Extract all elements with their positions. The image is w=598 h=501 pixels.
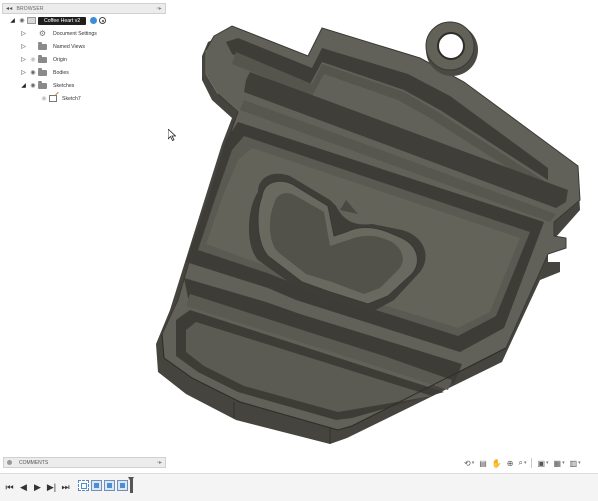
play-icon[interactable]: ▶	[32, 482, 43, 492]
grid-icon[interactable]: ▦ ▾	[552, 457, 567, 470]
folder-icon	[38, 42, 47, 50]
fit-icon[interactable]: ⌕ ▾	[516, 457, 528, 470]
display-style-icon[interactable]: ▣ ▾	[535, 457, 550, 470]
folder-icon	[38, 55, 47, 63]
orbit-icon[interactable]: ⟲ ▾	[462, 457, 476, 470]
root-component-label: Coffee Heart v2	[38, 16, 87, 25]
browser-item-label: Named Views	[53, 43, 85, 50]
browser-item-sketches[interactable]: ◢ ◉ Sketches	[2, 79, 166, 92]
browser-item-label: Bodies	[53, 69, 69, 76]
pin-icon[interactable]: ▫▸	[157, 459, 162, 466]
browser-item-sketch7[interactable]: ◉ Sketch7	[2, 92, 166, 105]
mouse-cursor-icon	[168, 129, 176, 141]
browser-item-named-views[interactable]: ▷ Named Views	[2, 40, 166, 53]
link-badge-icon	[90, 17, 98, 24]
folder-icon	[38, 68, 47, 76]
browser-item-origin[interactable]: ▷ ◉ Origin	[2, 53, 166, 66]
browser-header[interactable]: ◂◂ BROWSER ▫▸	[2, 3, 166, 14]
viewports-icon[interactable]: ▥ ▾	[568, 457, 583, 470]
timeline: ⏮ ◀ ▶ ▶| ⏭	[0, 473, 598, 501]
browser-item-label: Sketches	[53, 82, 75, 89]
browser-item-label: Origin	[53, 56, 67, 63]
comments-label: COMMENTS	[19, 459, 49, 466]
go-to-end-icon[interactable]: ⏭	[60, 482, 71, 492]
expand-toggle[interactable]: ▷	[19, 56, 28, 63]
comments-panel[interactable]: COMMENTS ▫▸	[3, 457, 166, 468]
collapse-toggle[interactable]: ◢	[19, 82, 28, 89]
browser-title: BROWSER	[16, 5, 44, 12]
pan-look-icon[interactable]: ▤	[477, 457, 489, 470]
expand-root-toggle[interactable]: ◢	[8, 17, 17, 24]
step-forward-icon[interactable]: ▶|	[46, 482, 57, 492]
folder-icon	[38, 81, 47, 89]
timeline-marker[interactable]	[128, 477, 134, 493]
timeline-body-feature[interactable]	[104, 480, 115, 491]
step-back-icon[interactable]: ◀	[18, 482, 29, 492]
timeline-track	[78, 480, 128, 491]
component-icon	[27, 17, 36, 24]
comments-expand-icon[interactable]	[7, 460, 12, 465]
loop-hole	[437, 32, 465, 60]
eye-icon[interactable]: ◉	[28, 56, 38, 63]
pin-icon[interactable]: ▫▸	[156, 5, 162, 12]
browser-root[interactable]: ◢ ◉ Coffee Heart v2	[2, 14, 166, 27]
zoom-icon[interactable]: ⊕	[505, 457, 516, 470]
eye-icon[interactable]: ◉	[28, 69, 38, 76]
browser-item-label: Sketch7	[62, 95, 81, 102]
eye-icon[interactable]: ◉	[28, 82, 38, 89]
model-body[interactable]	[156, 21, 581, 444]
expand-toggle[interactable]: ▷	[19, 69, 28, 76]
browser-item-document-settings[interactable]: ▷ ⚙ Document Settings	[2, 27, 166, 40]
timeline-body-feature[interactable]	[91, 480, 102, 491]
activate-radio-icon[interactable]	[99, 17, 107, 24]
go-to-start-icon[interactable]: ⏮	[4, 482, 15, 492]
sketch-icon	[49, 95, 57, 102]
browser-item-label: Document Settings	[53, 30, 97, 37]
gear-icon: ⚙	[38, 29, 47, 38]
eye-icon[interactable]: ◉	[39, 95, 49, 102]
pan-icon[interactable]: ✋	[490, 457, 504, 470]
eye-icon[interactable]: ◉	[17, 17, 27, 24]
expand-toggle[interactable]: ▷	[19, 30, 28, 37]
expand-toggle[interactable]: ▷	[19, 43, 28, 50]
collapse-icon[interactable]: ◂◂	[6, 5, 12, 12]
browser-panel: ◂◂ BROWSER ▫▸ ◢ ◉ Coffee Heart v2 ▷ ⚙ Do…	[2, 3, 166, 113]
navigation-toolbar: ⟲ ▾ ▤ ✋ ⊕ ⌕ ▾ ▣ ▾ ▦ ▾ ▥ ▾	[462, 456, 583, 470]
timeline-sketch-feature[interactable]	[78, 480, 89, 491]
browser-item-bodies[interactable]: ▷ ◉ Bodies	[2, 66, 166, 79]
timeline-body-feature[interactable]	[117, 480, 128, 491]
